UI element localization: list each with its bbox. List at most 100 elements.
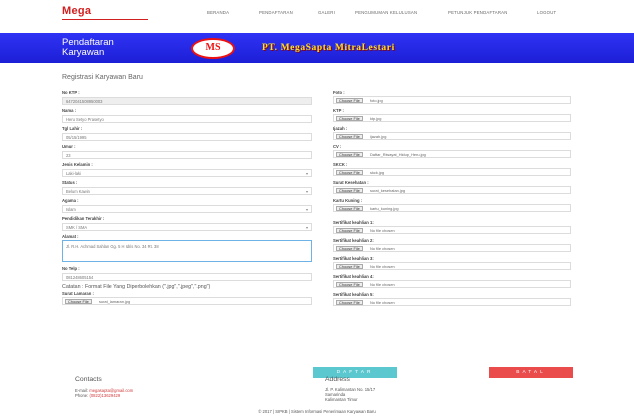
file-name: No file chosen [370, 228, 395, 233]
batal-button[interactable]: BATAL [489, 367, 573, 378]
nav-pendaftaran[interactable]: PENDAFTARAN [259, 10, 293, 15]
file-input[interactable]: Choose File kartu_kuning.jpg [333, 204, 571, 212]
address-line3: Kalimantan Timur [325, 397, 358, 402]
file-name: kartu_kuning.jpg [370, 206, 399, 211]
choose-file-button[interactable]: Choose File [336, 206, 363, 211]
jenis-kelamin-select[interactable]: Laki-laki ▾ [62, 169, 312, 177]
label-right-file: Ijazah : [333, 126, 348, 131]
choose-file-button[interactable]: Choose File [336, 246, 363, 251]
choose-file-button[interactable]: Choose File [336, 228, 363, 233]
choose-file-button[interactable]: Choose File [336, 264, 363, 269]
file-format-note: Catatan : Format File Yang Diperbolehkan… [62, 284, 211, 290]
nama-field[interactable]: Heru Setyo Prasetyo [62, 115, 312, 123]
label-right-file: SKCK : [333, 162, 348, 167]
file-name: Daftar_Riwayat_Hidup_Heru.jpg [370, 152, 426, 157]
choose-file-button[interactable]: Choose File [336, 282, 363, 287]
contact-phone: Phone: (0822)13629429 [75, 393, 120, 398]
file-input[interactable]: Choose File No file chosen [333, 262, 571, 270]
file-input[interactable]: Choose File No file chosen [333, 298, 571, 306]
label-no-telp: No Telp : [62, 266, 80, 271]
file-name: surat_lamaran.jpg [99, 299, 131, 304]
choose-file-button[interactable]: Choose File [336, 134, 363, 139]
file-input[interactable]: Choose File ktp.jpg [333, 114, 571, 122]
choose-file-button[interactable]: Choose File [336, 188, 363, 193]
label-surat-lamaran: Surat Lamaran : [62, 291, 94, 296]
company-logo: MS [191, 38, 235, 59]
agama-value: Islam [66, 207, 76, 212]
file-input[interactable]: Choose File No file chosen [333, 280, 571, 288]
choose-file-button[interactable]: Choose File [336, 116, 363, 121]
alamat-textarea[interactable]: Jl. R.H. Achmad Sahlan Gg. 5 H Idris No.… [62, 240, 312, 262]
status-value: Belum Kawin [66, 189, 90, 194]
chevron-down-icon: ▾ [305, 189, 308, 194]
nav-links: BERANDA PENDAFTARAN GALERI PENGUMUMAN KE… [0, 10, 634, 18]
label-tgl-lahir: Tgl Lahir : [62, 126, 83, 131]
status-select[interactable]: Belum Kawin ▾ [62, 187, 312, 195]
phone-label: Phone: [75, 393, 89, 398]
label-jenis-kelamin: Jenis Kelamin : [62, 162, 93, 167]
label-right-file: CV : [333, 144, 342, 149]
file-input[interactable]: Choose File Daftar_Riwayat_Hidup_Heru.jpg [333, 150, 571, 158]
file-input[interactable]: Choose File foto.jpg [333, 96, 571, 104]
file-name: No file chosen [370, 264, 395, 269]
logo-underline [62, 19, 148, 20]
label-umur: Umur : [62, 144, 76, 149]
chevron-down-icon: ▾ [305, 225, 308, 230]
label-right-file: Foto : [333, 90, 345, 95]
choose-file-button[interactable]: Choose File [336, 152, 363, 157]
file-name: No file chosen [370, 282, 395, 287]
nav-pengumuman-kelulusan[interactable]: PENGUMUMAN KELULUSAN [355, 10, 417, 15]
file-name: No file chosen [370, 246, 395, 251]
nav-petunjuk-pendaftaran[interactable]: PETUNJUK PENDAFTARAN [448, 10, 508, 15]
label-right-file: Surat Kesehatan : [333, 180, 369, 185]
label-no-ktp: No KTP : [62, 90, 80, 95]
label-right-file: Kartu Kuning : [333, 198, 363, 203]
banner-title: Pendaftaran Karyawan [62, 38, 114, 58]
pendidikan-select[interactable]: SMK / SMA ▾ [62, 223, 312, 231]
choose-file-button[interactable]: Choose File [336, 170, 363, 175]
label-nama: Nama : [62, 108, 76, 113]
choose-file-button[interactable]: Choose File [336, 98, 363, 103]
no-telp-field[interactable]: 081248605154 [62, 273, 312, 281]
file-name: ijazah.jpg [370, 134, 387, 139]
nav-galeri[interactable]: GALERI [318, 10, 335, 15]
umur-field[interactable]: 23 [62, 151, 312, 159]
file-input[interactable]: Choose File No file chosen [333, 244, 571, 252]
company-name: PT. MegaSapta MitraLestari [262, 43, 395, 53]
company-logo-text: MS [205, 42, 221, 53]
address-heading: Address [325, 376, 350, 383]
chevron-down-icon: ▾ [305, 207, 308, 212]
label-agama: Agama : [62, 198, 79, 203]
file-input[interactable]: Choose File surat_kesehatan.jpg [333, 186, 571, 194]
file-name: surat_kesehatan.jpg [370, 188, 406, 193]
choose-file-button[interactable]: Choose File [336, 300, 363, 305]
tgl-lahir-field[interactable]: 05/15/1995 [62, 133, 312, 141]
top-navbar: Mega BERANDA PENDAFTARAN GALERI PENGUMUM… [0, 0, 634, 26]
label-right-file: Sertifikat keahlian 5: [333, 292, 374, 297]
file-name: foto.jpg [370, 98, 383, 103]
surat-lamaran-file-input[interactable]: Choose File surat_lamaran.jpg [62, 297, 312, 305]
file-input[interactable]: Choose File ijazah.jpg [333, 132, 571, 140]
file-input[interactable]: Choose File No file chosen [333, 226, 571, 234]
phone-value: (0822)13629429 [89, 393, 121, 398]
nav-beranda[interactable]: BERANDA [207, 10, 229, 15]
label-right-file: Sertifikat keahlian 4: [333, 274, 374, 279]
pendidikan-value: SMK / SMA [66, 225, 88, 230]
banner-title-line2: Karyawan [62, 47, 105, 58]
label-status: Status : [62, 180, 78, 185]
no-ktp-field[interactable]: 6472041508950003 [62, 97, 312, 105]
agama-select[interactable]: Islam ▾ [62, 205, 312, 213]
contacts-heading: Contacts [75, 376, 102, 383]
file-name: ktp.jpg [370, 116, 382, 121]
label-alamat: Alamat : [62, 234, 79, 239]
choose-file-button[interactable]: Choose File [65, 299, 92, 304]
label-right-file: Sertifikat keahlian 3: [333, 256, 374, 261]
chevron-down-icon: ▾ [305, 171, 308, 176]
nav-logout[interactable]: LOGOUT [537, 10, 556, 15]
file-name: skck.jpg [370, 170, 385, 175]
label-pendidikan: Pendidikan Terakhir : [62, 216, 105, 221]
label-right-file: KTP : [333, 108, 344, 113]
file-input[interactable]: Choose File skck.jpg [333, 168, 571, 176]
label-right-file: Sertifikat keahlian 2: [333, 238, 374, 243]
file-name: No file chosen [370, 300, 395, 305]
